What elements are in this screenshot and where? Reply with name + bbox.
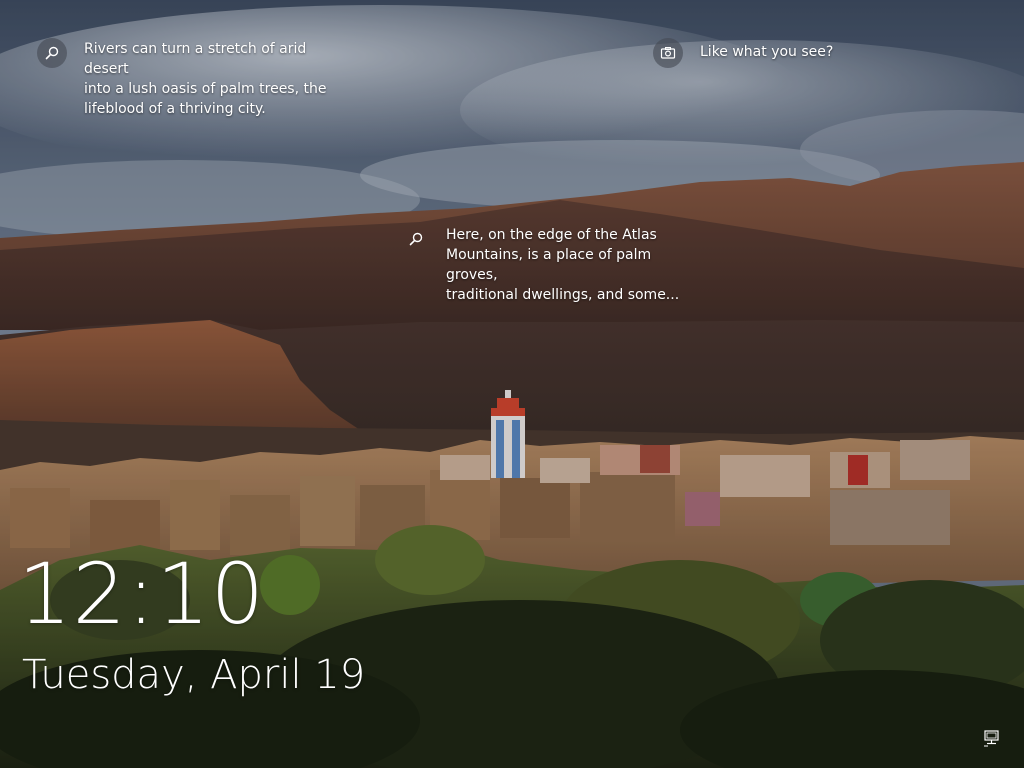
network-icon[interactable] [983, 729, 1001, 747]
like-what-you-see-text[interactable]: Like what you see? [700, 38, 833, 62]
spotlight-tip-rivers[interactable]: Rivers can turn a stretch of arid desert… [37, 38, 354, 119]
lock-screen-time: 12:10 [18, 545, 266, 643]
lock-screen-date: Tuesday, April 19 [22, 652, 366, 698]
spotlight-tip-text[interactable]: Rivers can turn a stretch of arid desert… [84, 38, 354, 119]
lock-screen[interactable]: Rivers can turn a stretch of arid desert… [0, 0, 1024, 768]
spotlight-tip-text[interactable]: Here, on the edge of the Atlas Mountains… [446, 224, 706, 305]
network-status-button[interactable] [980, 726, 1004, 750]
camera-icon[interactable] [653, 38, 683, 68]
search-icon[interactable] [37, 38, 67, 68]
like-what-you-see-prompt[interactable]: Like what you see? [653, 38, 833, 68]
spotlight-tip-atlas[interactable]: Here, on the edge of the Atlas Mountains… [401, 224, 706, 305]
search-icon[interactable] [401, 224, 431, 254]
